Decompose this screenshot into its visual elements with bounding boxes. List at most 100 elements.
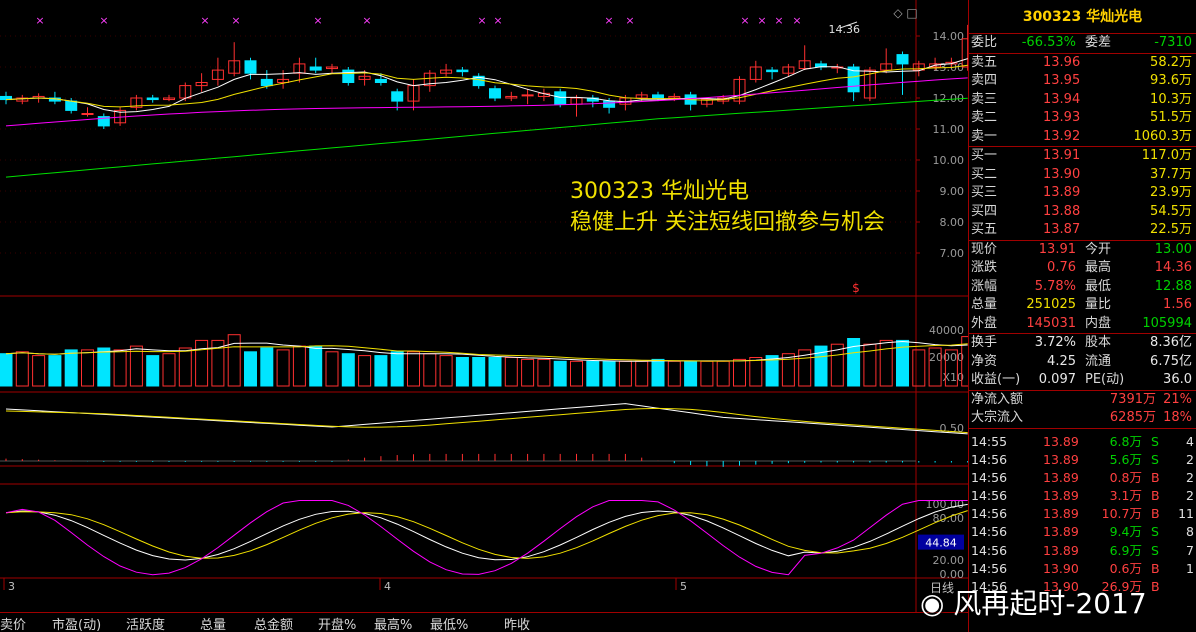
signal-mark-icon: × [625,14,634,27]
bottom-tab[interactable]: 昨收 [504,614,530,632]
volume-bar [97,347,111,387]
buys-price: 13.87 [1043,222,1081,237]
bottom-tab[interactable]: 市盈(动) [52,614,101,632]
date-axis-label: 4 [384,580,391,593]
sells-label: 卖五 [971,54,998,70]
volume-axis-label: 40000 [929,324,964,337]
weibo-logo-icon: ◉ [920,587,945,620]
flow-percent: 21% [1163,391,1192,407]
tick-volume: 3.1万 [1109,488,1142,504]
quote-value: 13.91 [1038,241,1076,257]
quote-label: 现价 [971,241,998,257]
buys-row: 买一 13.91 117.0万 [969,147,1196,166]
bottom-tab[interactable]: 最高% [374,614,412,632]
quote-row: 涨跌 0.76 最高 14.36 [969,259,1196,278]
tick-row[interactable]: 14:56 13.89 5.6万 S 2 [969,451,1196,469]
quote-value: 1.56 [1163,297,1192,312]
bottom-tab[interactable]: 总金额 [254,614,293,632]
candle-body [603,100,616,108]
volume-bar [129,345,143,387]
volume-bar [195,339,209,387]
tick-count: 1 [1186,560,1194,576]
tick-row[interactable]: 14:56 13.90 0.6万 B 1 [969,560,1196,578]
candle-body [652,94,664,99]
buys-price: 13.91 [1043,148,1081,163]
sells-row: 卖一 13.92 1060.3万 [969,128,1196,147]
volume-bar [602,360,616,387]
tick-list[interactable]: 14:55 13.89 6.8万 S 4 14:56 13.89 5.6万 S 2 14:56 13.… [969,427,1196,597]
signal-mark-icon: × [200,14,209,27]
quote-value: 0.76 [1047,260,1076,275]
fundamental-value: 0.097 [1038,372,1076,387]
volume-bar [651,358,665,387]
sells-row: 卖五 13.96 58.2万 [969,54,1196,73]
weibi-row: 委比 -66.53% 委差 -7310 [969,34,1196,53]
volume-bar [879,339,893,387]
column-tab-bar[interactable]: 卖价 市盈(动) 活跃度 总量 总金额 开盘% 最高% 最低% 昨收 [0,612,968,632]
volume-bar [341,353,355,387]
bottom-tab[interactable]: 活跃度 [126,614,165,632]
watermark-text: 风再起时-2017 [953,587,1147,620]
annotation-line-1: 300323 华灿光电 [570,179,749,204]
quote-label: 最高 [1085,260,1112,275]
tick-time: 14:56 [971,506,1008,522]
kdj-axis-label: 20.00 [933,554,965,567]
sells-price: 13.94 [1043,91,1081,107]
fundamental-value: 4.25 [1047,353,1076,369]
volume-bar [178,347,192,387]
quote-panel: 300323 华灿光电 委比 -66.53% 委差 -7310 卖五 13.96 5… [968,0,1196,632]
buys-volume: 23.9万 [1150,185,1192,200]
sell-orders: 卖五 13.96 58.2万 卖四 13.95 93.6万 卖三 13.94 10.3万 卖二 13… [969,52,1196,147]
volume-bar [309,345,323,387]
volume-bar [423,353,437,387]
tick-volume: 9.4万 [1109,524,1142,540]
volume-bar [32,355,46,387]
sells-label: 卖四 [971,73,998,88]
watermark: ◉ 风再起时-2017 [920,582,1147,622]
tick-count: 2 [1186,469,1194,485]
date-axis-label: 5 [680,580,687,593]
tick-row[interactable]: 14:55 13.89 6.8万 S 4 [969,433,1196,451]
tick-row[interactable]: 14:56 13.89 3.1万 B 2 [969,487,1196,505]
flow-label: 大宗流入 [971,410,1024,425]
ma20-line [5,77,968,127]
tick-row[interactable]: 14:56 13.89 6.9万 S 7 [969,542,1196,560]
bottom-tab[interactable]: 开盘% [318,614,356,632]
flow-row: 净流入额 7391万 21% [969,391,1196,410]
tick-count: 7 [1186,542,1194,558]
buy-orders: 买一 13.91 117.0万 买二 13.90 37.7万 买三 13.89 23.9万 买四 1… [969,146,1196,240]
bottom-tab[interactable]: 总量 [200,614,226,632]
quote-label: 总量 [971,297,998,312]
signal-mark-icon: × [493,14,502,27]
sells-price: 13.92 [1043,128,1081,144]
candle-body [374,78,387,84]
tick-time: 14:56 [971,488,1008,504]
tick-direction: S [1151,451,1159,467]
price-axis-label: 8.00 [940,216,965,229]
volume-bar [276,349,290,387]
sells-volume: 10.3万 [1150,91,1192,107]
quote-value: 13.00 [1154,241,1192,257]
fundamental-row: 净资 4.25 流通 6.75亿 [969,353,1196,372]
tick-price: 13.90 [1043,560,1079,576]
candle-body [521,94,534,97]
ma10-line [5,64,968,108]
kline-chart-area[interactable]: 14.00 13.00 12.00 11.00 10.00 9.00 8.00 7.00 14.… [0,0,968,612]
bottom-tab[interactable]: 最低% [430,614,468,632]
tick-row[interactable]: 14:56 13.89 10.7万 B 11 [969,505,1196,523]
bottom-tab[interactable]: 卖价 [0,614,26,632]
annotation-line-2: 稳健上升 关注短线回撤参与机会 [570,210,885,235]
buys-volume: 117.0万 [1141,148,1192,163]
volume-bar [48,355,62,387]
kline-chart[interactable]: 14.0013.0012.0011.0010.009.008.007.0014.… [0,0,968,612]
sells-label: 卖二 [971,110,998,125]
tick-direction: B [1151,469,1160,485]
tick-row[interactable]: 14:56 13.89 0.8万 B 2 [969,469,1196,487]
flow-label: 净流入额 [971,391,1024,407]
buys-label: 买四 [971,203,998,219]
tick-volume: 10.7万 [1101,506,1142,522]
kdj-d-line [5,510,968,559]
tick-row[interactable]: 14:56 13.89 9.4万 S 8 [969,523,1196,541]
tick-volume: 5.6万 [1109,451,1142,467]
volume-axis-label: 20000 [929,351,964,364]
